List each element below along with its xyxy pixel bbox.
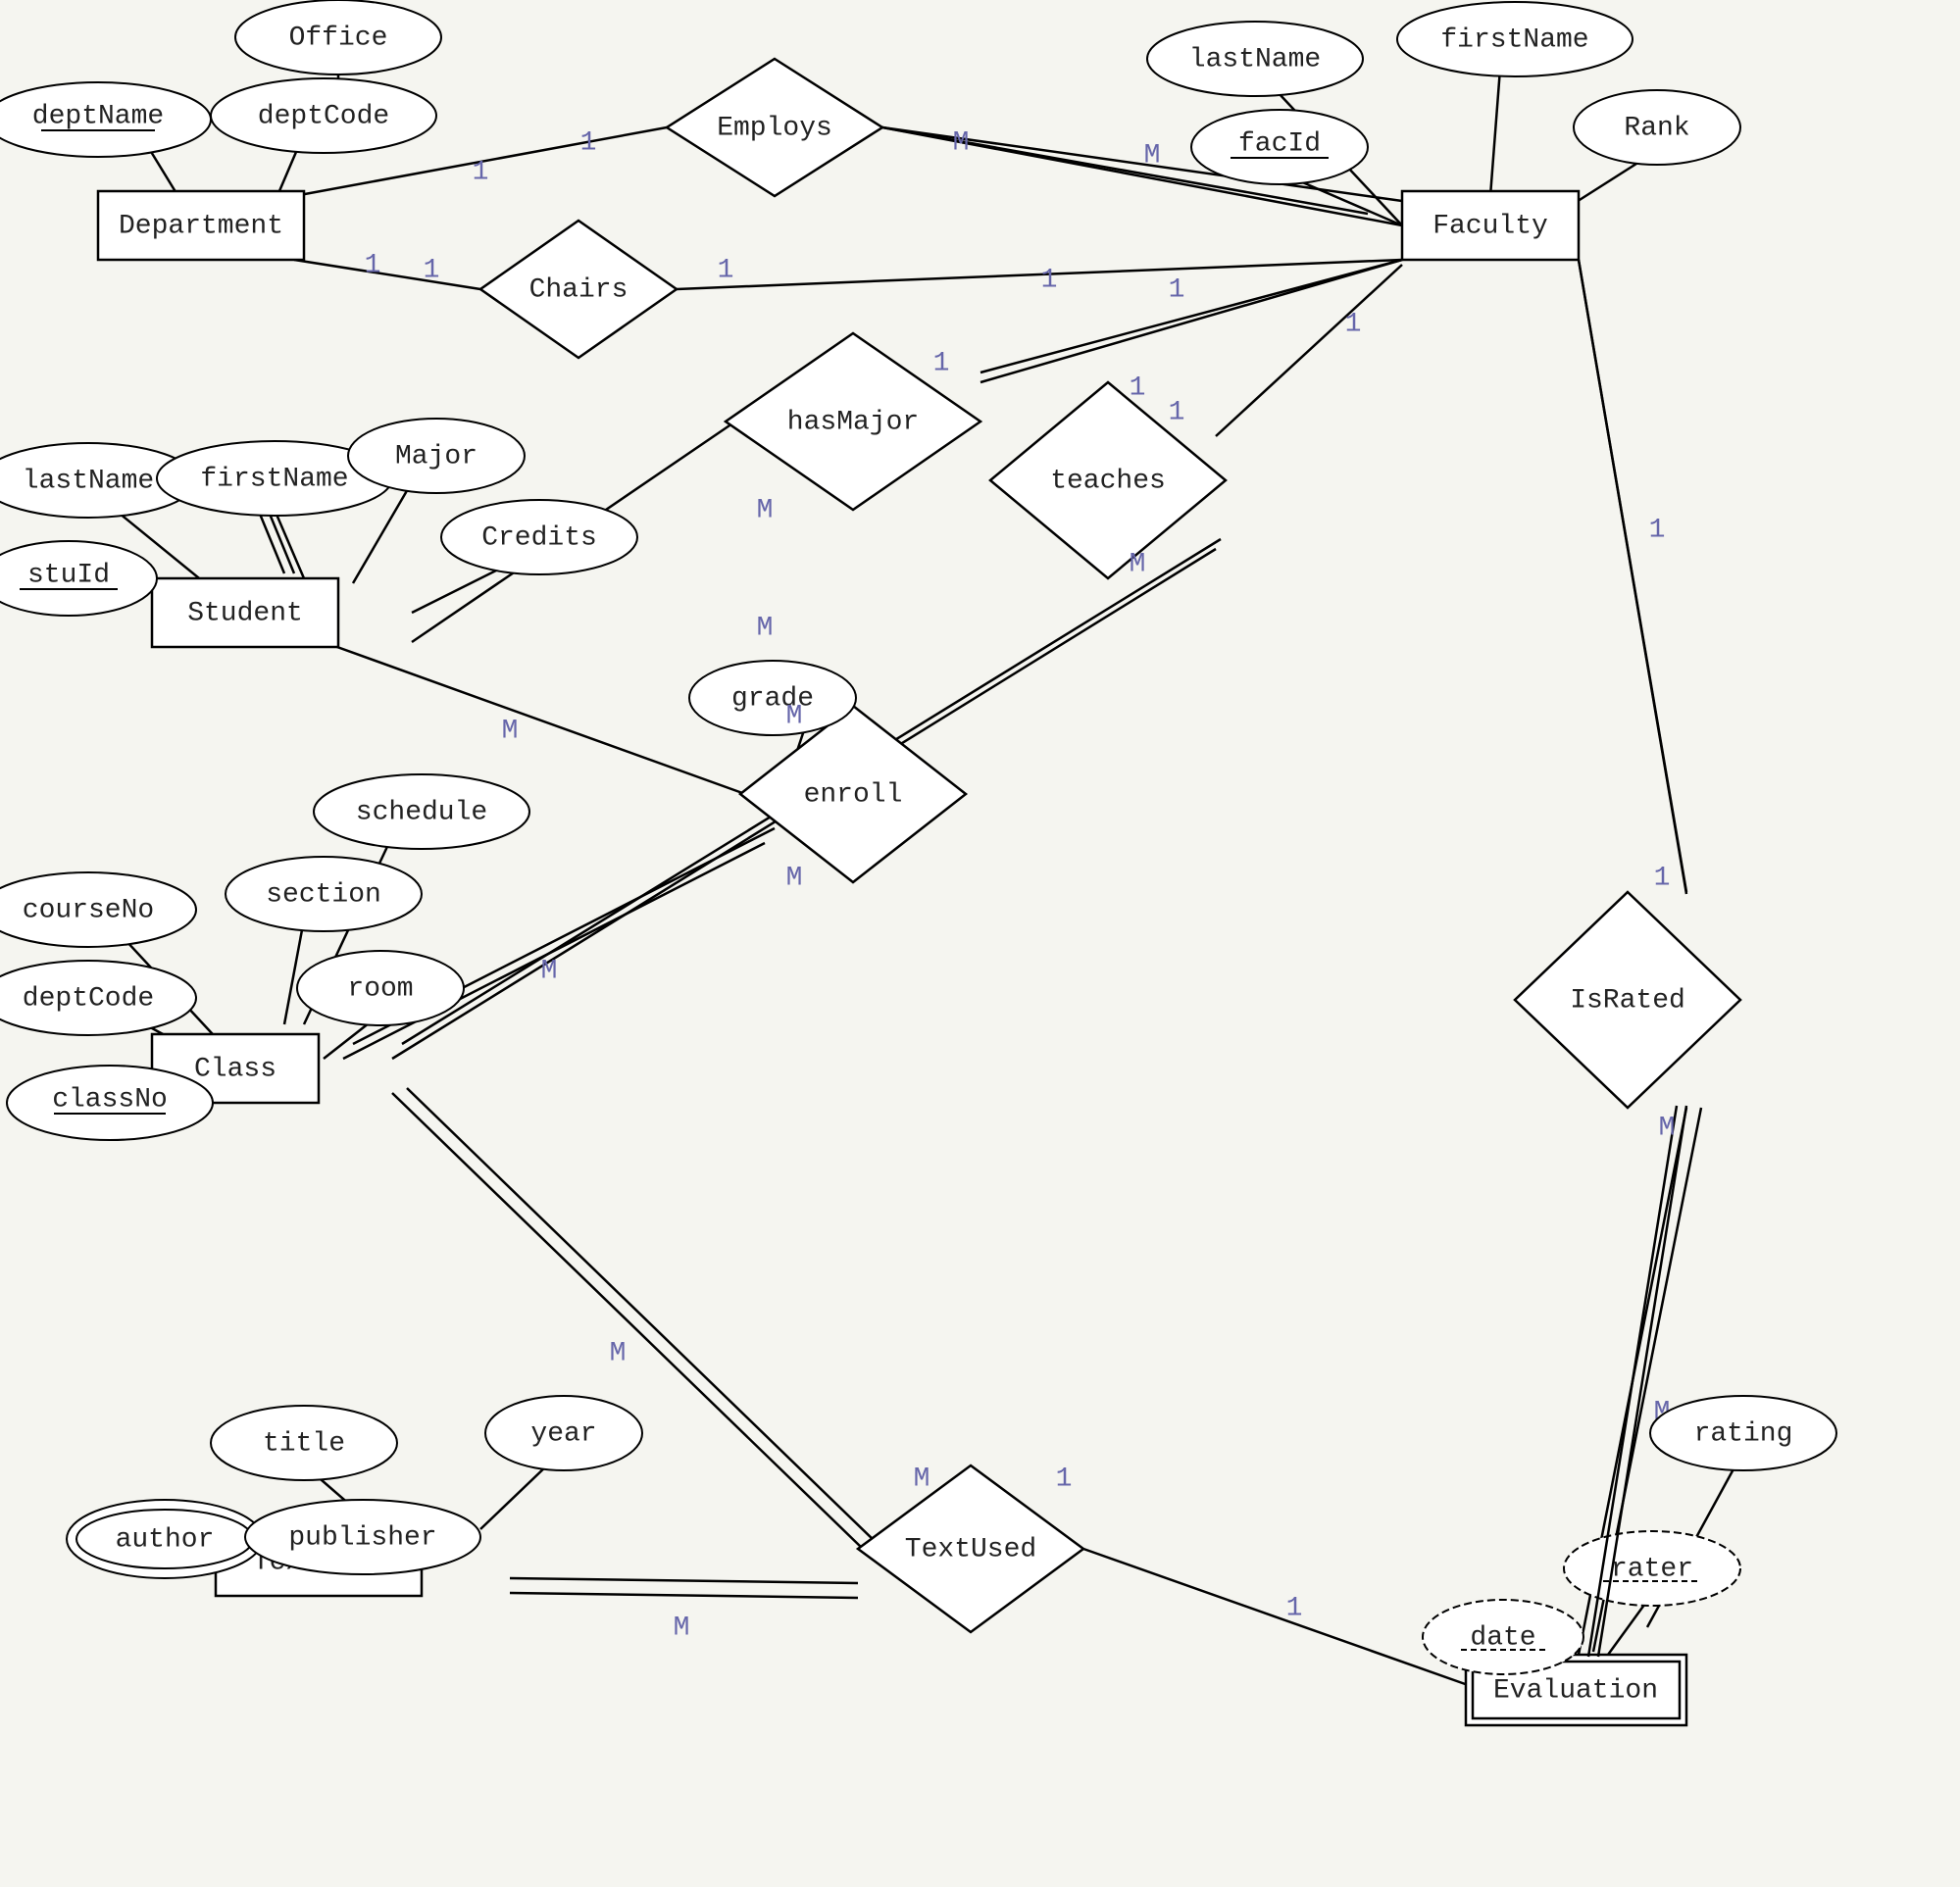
entity-faculty-label: Faculty bbox=[1432, 211, 1548, 241]
svg-text:M: M bbox=[610, 1338, 627, 1368]
svg-text:M: M bbox=[541, 956, 558, 986]
relation-israted-label: IsRated bbox=[1570, 985, 1685, 1016]
attr-year-label: year bbox=[530, 1418, 596, 1449]
attr-rank-label: Rank bbox=[1624, 113, 1689, 143]
attr-classno-label: classNo bbox=[52, 1084, 168, 1115]
relation-hasmajor-label: hasMajor bbox=[787, 407, 919, 437]
svg-text:M: M bbox=[674, 1613, 690, 1643]
svg-text:M: M bbox=[1130, 549, 1146, 579]
svg-text:1: 1 bbox=[1169, 274, 1185, 305]
svg-text:1: 1 bbox=[473, 157, 489, 187]
attr-major-label: Major bbox=[395, 441, 477, 472]
attr-rater-label: rater bbox=[1611, 1554, 1693, 1584]
attr-title-label: title bbox=[263, 1428, 345, 1459]
svg-text:1: 1 bbox=[365, 250, 381, 280]
svg-text:M: M bbox=[757, 613, 774, 643]
svg-text:M: M bbox=[502, 716, 519, 746]
svg-text:1: 1 bbox=[580, 127, 597, 158]
relation-teaches-label: teaches bbox=[1050, 466, 1166, 496]
attr-author-label: author bbox=[116, 1524, 215, 1555]
relation-textused-label: TextUsed bbox=[905, 1534, 1036, 1564]
svg-text:M: M bbox=[757, 495, 774, 525]
svg-text:M: M bbox=[914, 1464, 930, 1494]
entity-department-label: Department bbox=[119, 211, 283, 241]
svg-text:1: 1 bbox=[1056, 1464, 1073, 1494]
svg-text:1: 1 bbox=[1041, 265, 1058, 295]
entity-evaluation-label: Evaluation bbox=[1493, 1675, 1658, 1706]
svg-text:M: M bbox=[953, 127, 970, 158]
relation-enroll-label: enroll bbox=[804, 779, 903, 810]
attr-stu-lastname-label: lastName bbox=[23, 466, 154, 496]
svg-text:1: 1 bbox=[1286, 1593, 1303, 1623]
entity-student-label: Student bbox=[187, 598, 303, 628]
svg-text:1: 1 bbox=[1654, 863, 1671, 893]
svg-text:M: M bbox=[1659, 1113, 1676, 1143]
attr-date-label: date bbox=[1470, 1622, 1535, 1653]
svg-text:1: 1 bbox=[1130, 372, 1146, 403]
attr-section-label: section bbox=[266, 879, 381, 910]
attr-credits-label: Credits bbox=[481, 522, 597, 553]
svg-text:M: M bbox=[1144, 140, 1161, 171]
svg-text:1: 1 bbox=[933, 348, 950, 378]
attr-rating-label: rating bbox=[1694, 1418, 1793, 1449]
attr-fac-lastname-label: lastName bbox=[1189, 44, 1321, 74]
entity-class-label: Class bbox=[194, 1054, 276, 1084]
attr-stuid-label: stuId bbox=[27, 560, 110, 590]
attr-cls-deptcode-label: deptCode bbox=[23, 983, 154, 1014]
relation-chairs-label: Chairs bbox=[529, 274, 628, 305]
svg-text:M: M bbox=[786, 863, 803, 893]
svg-text:1: 1 bbox=[1649, 515, 1666, 545]
attr-room-label: room bbox=[347, 973, 413, 1004]
attr-schedule-label: schedule bbox=[356, 797, 487, 827]
attr-courseno-label: courseNo bbox=[23, 895, 154, 925]
relation-employs-label: Employs bbox=[717, 113, 832, 143]
attr-deptcode-dept-label: deptCode bbox=[258, 101, 389, 131]
attr-stu-firstname-label: firstName bbox=[200, 464, 348, 494]
attr-fac-firstname-label: firstName bbox=[1440, 25, 1588, 55]
attr-deptname-label: deptName bbox=[32, 101, 164, 131]
attr-publisher-label: publisher bbox=[288, 1522, 436, 1553]
svg-text:1: 1 bbox=[424, 255, 440, 285]
attr-office-label: Office bbox=[289, 23, 388, 53]
svg-text:1: 1 bbox=[1169, 397, 1185, 427]
svg-text:1: 1 bbox=[1345, 309, 1362, 339]
svg-text:1: 1 bbox=[718, 255, 734, 285]
svg-text:M: M bbox=[786, 701, 803, 731]
attr-facid-label: facId bbox=[1238, 128, 1321, 159]
